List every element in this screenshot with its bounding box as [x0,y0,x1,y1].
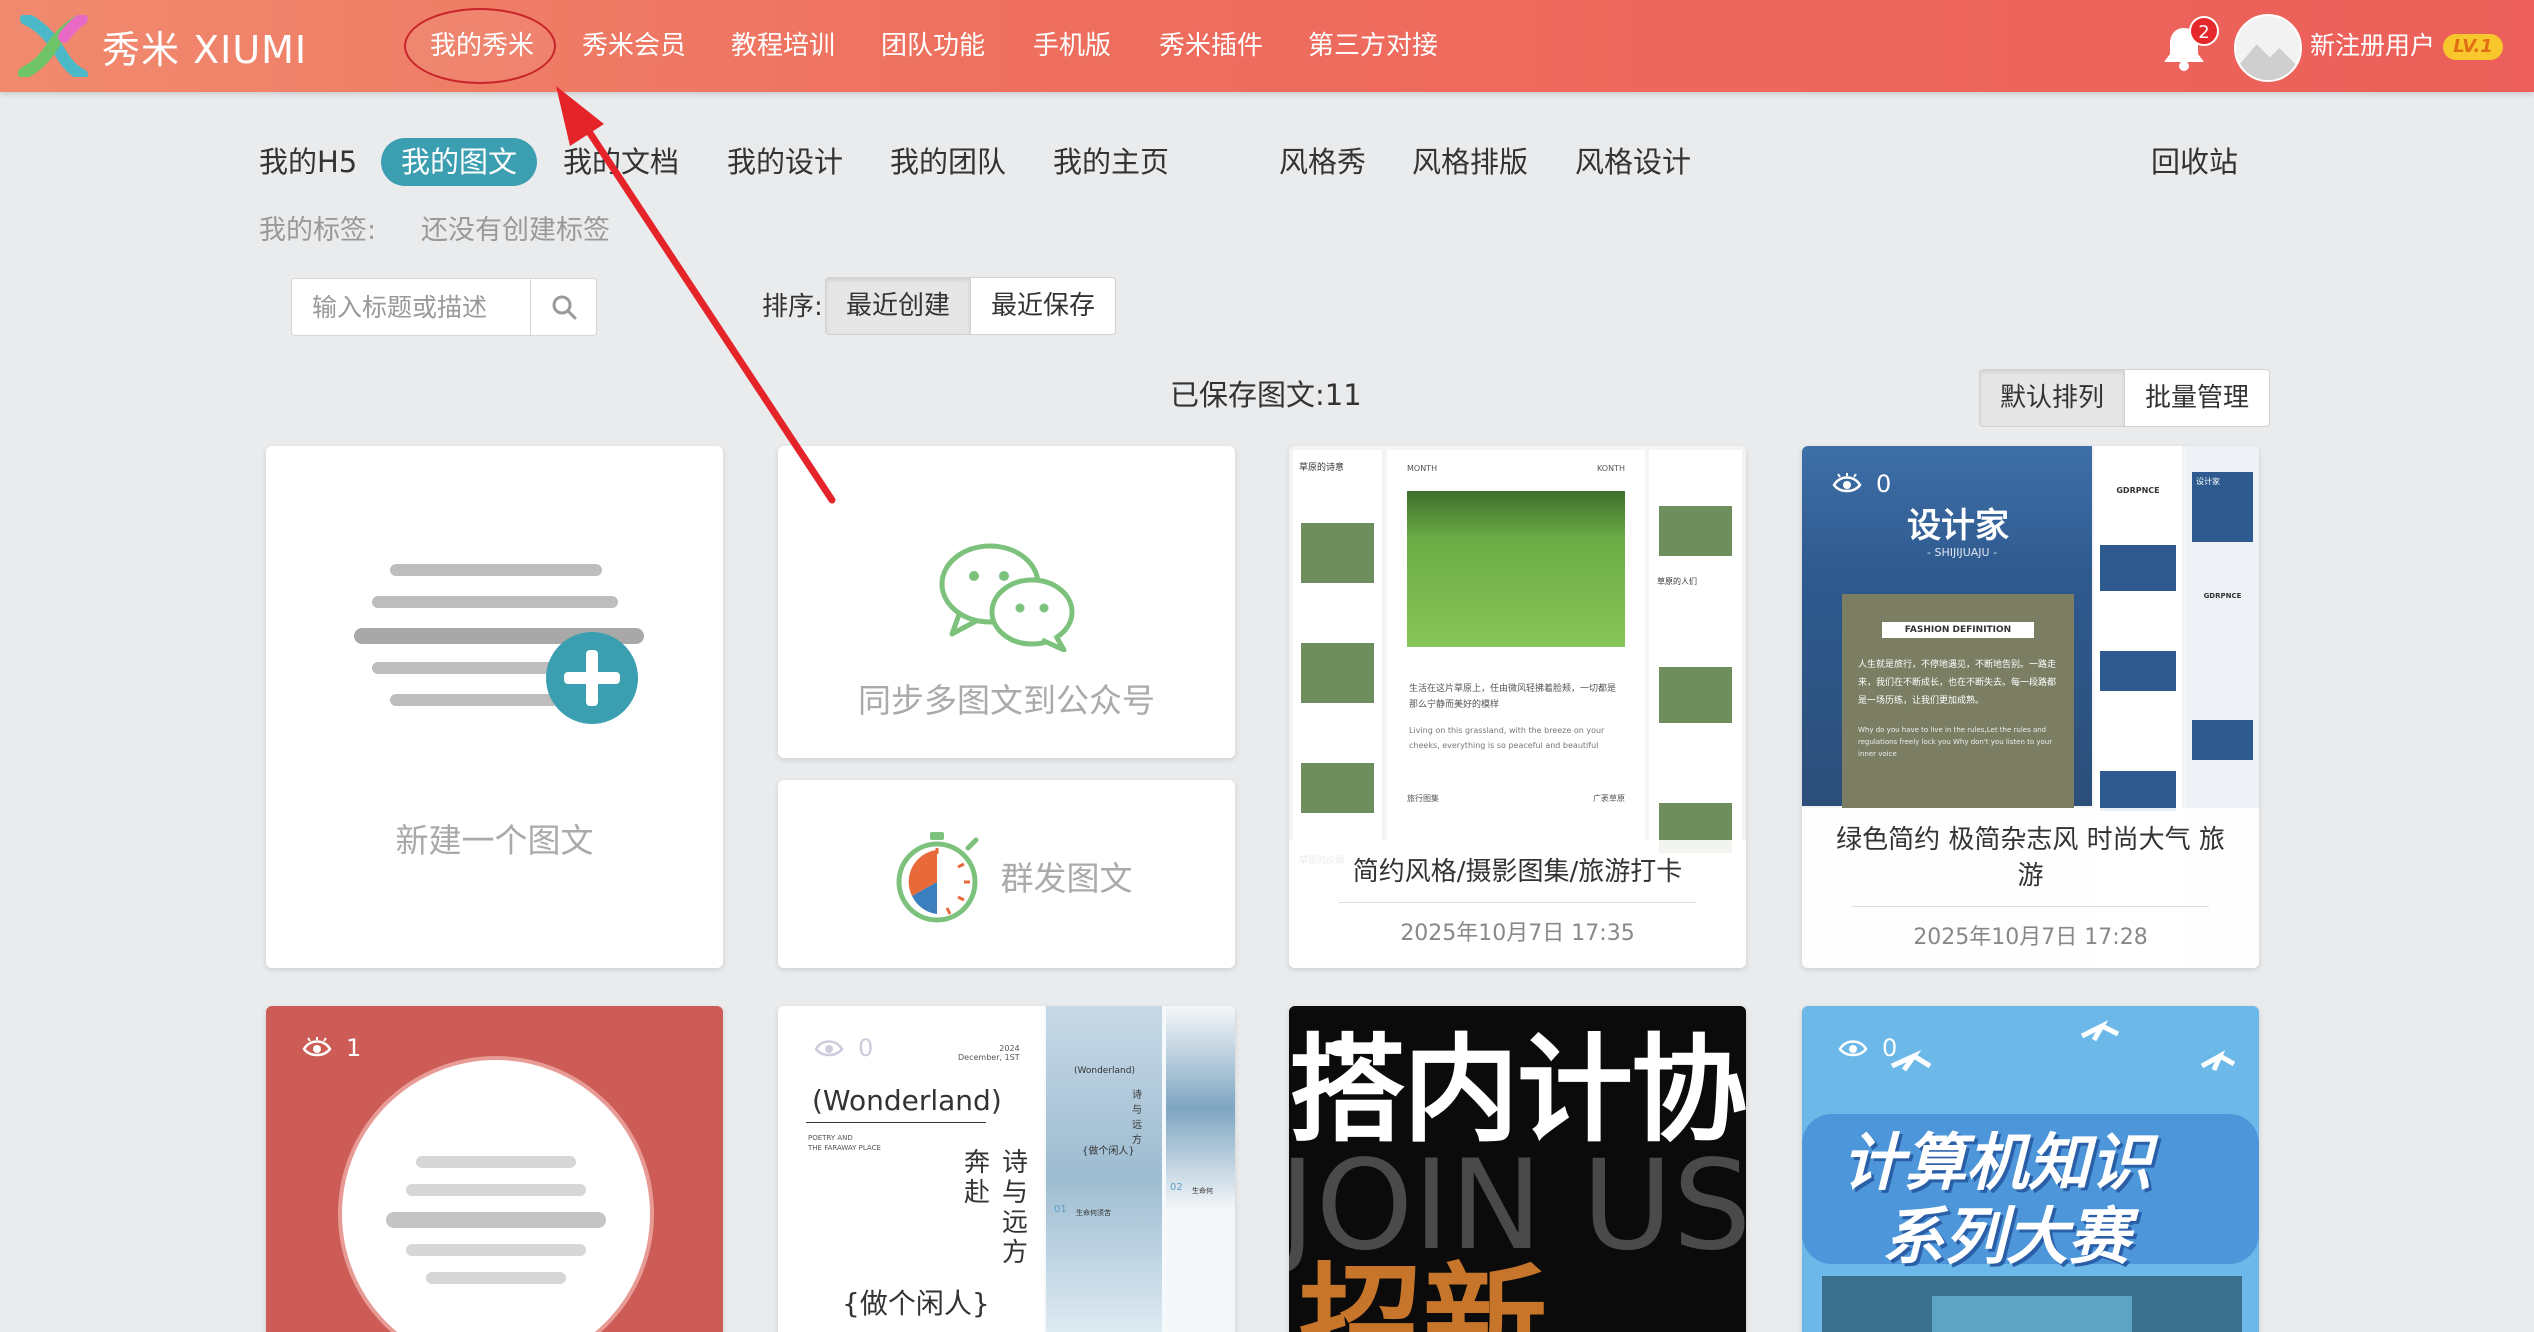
sort-segmented-control: 最近创建 最近保存 [825,277,1117,335]
xiumi-logo[interactable]: 秀米 XIUMI [18,15,308,77]
eye-icon [1832,473,1862,493]
article-card[interactable]: 设计家 - SHIJIJUAJU - FASHION DEFINITION 人生… [1802,446,2259,968]
view-mode-control: 默认排列 批量管理 [1979,369,2271,427]
article-title: 简约风格/摄影图集/旅游打卡 [1352,857,1683,887]
avatar[interactable] [2234,14,2302,82]
tab-style-layout[interactable]: 风格排版 [1412,138,1528,186]
level-badge: LV.1 [2443,34,2503,60]
view-count: 0 [1832,470,1891,498]
article-card[interactable]: 搭内计协 JOIN US 招新 6 [1289,1006,1746,1332]
default-sort-button[interactable]: 默认排列 [1980,370,2125,426]
tab-my-homepage[interactable]: 我的主页 [1053,138,1169,186]
search-box [291,278,597,336]
nav-my-xiumi[interactable]: 我的秀米 [430,22,534,70]
poster-tagline: 招新 [1299,1252,1548,1332]
view-count: 1 [302,1034,361,1062]
search-icon [552,295,576,320]
view-count: 0 [1838,1034,1897,1062]
tags-empty-text: 还没有创建标签 [421,215,610,246]
view-count: 6 [1325,1034,1384,1062]
saved-count: 已保存图文:11 [1170,378,1362,412]
article-card[interactable]: 计算机知识 系列大赛 0 [1802,1006,2259,1332]
avatar-placeholder-icon [2236,16,2300,80]
mass-send-card[interactable]: 群发图文 [778,780,1235,968]
tab-recycle-bin[interactable]: 回收站 [2151,138,2238,186]
tags-label: 我的标签: [259,215,377,246]
logo-text: 秀米 XIUMI [102,27,308,72]
mass-send-label: 群发图文 [1000,859,1133,898]
search-input[interactable] [292,279,530,335]
sync-to-wechat-card[interactable]: 同步多图文到公众号 [778,446,1235,758]
new-article-label: 新建一个图文 [395,821,594,860]
eye-icon [1325,1040,1355,1057]
article-card[interactable]: 2024 December, 1ST (Wonderland) POETRY AN… [778,1006,1235,1332]
tab-my-team[interactable]: 我的团队 [890,138,1006,186]
sort-recent-created[interactable]: 最近创建 [826,278,971,334]
nav-plugin[interactable]: 秀米插件 [1159,22,1263,70]
article-card[interactable]: 1 [266,1006,723,1332]
article-caption: 简约风格/摄影图集/旅游打卡 2025年10月7日 17:35 [1289,840,1746,968]
nav-mobile[interactable]: 手机版 [1033,22,1111,70]
article-date: 2025年10月7日 17:35 [1400,921,1635,946]
eye-icon [814,1040,844,1057]
new-document-icon [354,564,644,724]
poster-title-line2: 系列大赛 [1882,1200,2131,1273]
tab-my-designs[interactable]: 我的设计 [727,138,843,186]
tab-my-articles[interactable]: 我的图文 [381,138,538,186]
nav-team[interactable]: 团队功能 [881,22,985,70]
article-caption: 绿色简约 极简杂志风 时尚大气 旅游 2025年10月7日 17:28 [1802,808,2259,968]
article-date: 2025年10月7日 17:28 [1913,925,2148,950]
top-navbar: 秀米 XIUMI 我的秀米 秀米会员 教程培训 团队功能 手机版 秀米插件 第三… [0,0,2534,92]
wechat-icon [939,543,1075,652]
tab-style-show[interactable]: 风格秀 [1279,138,1366,186]
poster-title-line1: 计算机知识 [1842,1126,2153,1199]
sort-label: 排序: [762,292,823,322]
username[interactable]: 新注册用户 [2310,26,2435,62]
notification-badge: 2 [2189,16,2219,46]
tab-my-h5[interactable]: 我的H5 [259,138,357,186]
tab-my-docs[interactable]: 我的文档 [563,138,679,186]
document-placeholder-icon [338,1056,654,1332]
nav-third-party[interactable]: 第三方对接 [1308,22,1438,70]
new-article-card[interactable]: 新建一个图文 [266,446,723,968]
nav-tutorial[interactable]: 教程培训 [731,22,835,70]
eye-icon [302,1037,332,1057]
nav-member[interactable]: 秀米会员 [582,22,686,70]
batch-manage-button[interactable]: 批量管理 [2124,370,2269,426]
eye-icon [1838,1040,1868,1057]
search-button[interactable] [530,279,596,335]
xiumi-logo-icon [18,15,88,77]
sort-recent-saved[interactable]: 最近保存 [970,278,1115,334]
tab-style-design[interactable]: 风格设计 [1575,138,1691,186]
article-card[interactable]: 草原的诗意 草原的炊烟 MONTHKONTH 生活在这片草原上，任由微风轻拂着脸… [1289,446,1746,968]
view-count: 0 [814,1034,873,1062]
sync-label: 同步多图文到公众号 [858,681,1155,720]
article-title: 绿色简约 极简杂志风 时尚大气 旅游 [1836,825,2225,891]
